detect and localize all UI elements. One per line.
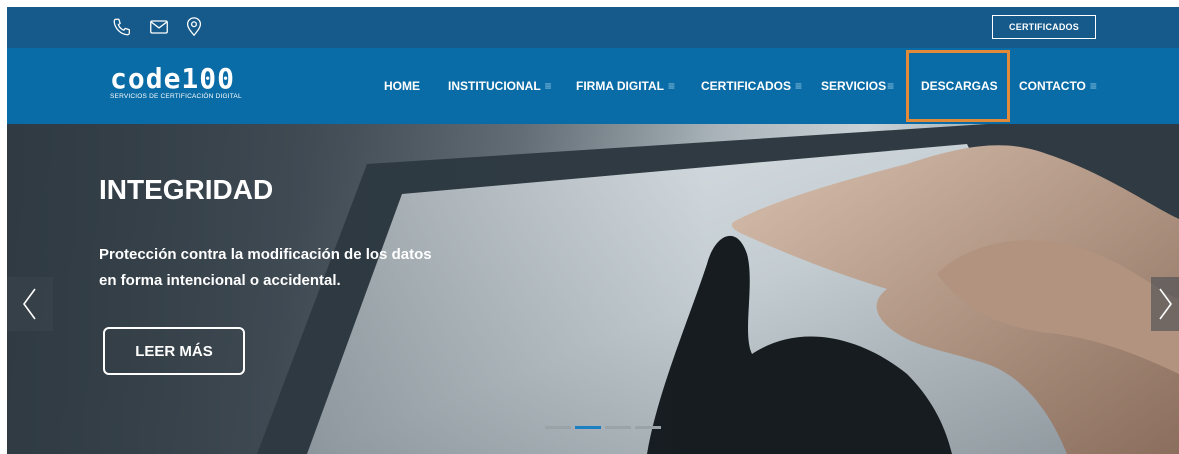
menu-icon: ≡ — [795, 79, 803, 93]
slider-dot[interactable] — [545, 426, 571, 429]
nav-item-firma-digital[interactable]: FIRMA DIGITAL ≡ — [576, 48, 675, 124]
menu-icon: ≡ — [544, 79, 552, 93]
nav-label: SERVICIOS — [821, 79, 887, 93]
logo-tagline: SERVICIOS DE CERTIFICACIÓN DIGITAL — [110, 93, 242, 100]
nav-label: CONTACTO — [1019, 79, 1086, 93]
site-frame: CERTIFICADOS code100 SERVICIOS DE CERTIF… — [7, 7, 1179, 454]
slider-dot[interactable] — [635, 426, 661, 429]
hero-description-line: en forma intencional o accidental. — [99, 272, 341, 289]
nav-item-institucional[interactable]: INSTITUCIONAL ≡ — [448, 48, 552, 124]
menu-icon: ≡ — [667, 79, 675, 93]
nav-item-servicios[interactable]: SERVICIOS ≡ — [821, 48, 894, 124]
slider-prev-button[interactable] — [7, 277, 53, 331]
chevron-right-icon — [1159, 288, 1172, 320]
phone-icon[interactable] — [111, 16, 133, 38]
leer-mas-button[interactable]: LEER MÁS — [103, 327, 245, 375]
nav-label: DESCARGAS — [921, 79, 998, 93]
logo[interactable]: code100 SERVICIOS DE CERTIFICACIÓN DIGIT… — [110, 62, 242, 101]
hero-slider: INTEGRIDAD Protección contra la modifica… — [7, 124, 1179, 454]
chevron-left-icon — [23, 288, 36, 320]
slider-dot[interactable] — [605, 426, 631, 429]
hero-title: INTEGRIDAD — [99, 174, 274, 205]
menu-icon: ≡ — [1089, 79, 1097, 93]
hero-description: Protección contra la modificación de los… — [99, 242, 499, 294]
mail-icon[interactable] — [148, 16, 170, 38]
menu-icon: ≡ — [887, 79, 895, 93]
nav-label: CERTIFICADOS — [701, 79, 791, 93]
slider-dot-active[interactable] — [575, 426, 601, 429]
slider-next-button[interactable] — [1151, 277, 1179, 331]
nav-label: FIRMA DIGITAL — [576, 79, 664, 93]
nav-label: HOME — [384, 79, 420, 93]
top-bar: CERTIFICADOS — [7, 7, 1179, 48]
nav-item-contacto[interactable]: CONTACTO ≡ — [1019, 48, 1097, 124]
nav-item-certificados[interactable]: CERTIFICADOS ≡ — [701, 48, 802, 124]
main-navbar: code100 SERVICIOS DE CERTIFICACIÓN DIGIT… — [7, 48, 1179, 124]
hero-description-line: Protección contra la modificación de los… — [99, 246, 432, 263]
certificados-button[interactable]: CERTIFICADOS — [992, 15, 1096, 39]
nav-item-home[interactable]: HOME — [384, 48, 420, 124]
logo-wordmark: code100 — [110, 62, 236, 95]
slider-pagination — [545, 426, 661, 429]
nav-label: INSTITUCIONAL — [448, 79, 541, 93]
nav-item-descargas[interactable]: DESCARGAS — [921, 48, 998, 124]
location-icon[interactable] — [183, 16, 205, 38]
